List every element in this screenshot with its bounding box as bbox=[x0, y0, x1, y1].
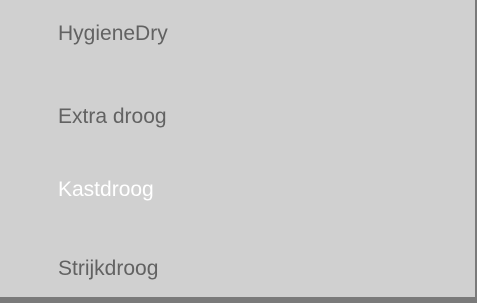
menu-item-label: Extra droog bbox=[58, 105, 167, 128]
menu-item-strijkdroog[interactable]: Strijkdroog bbox=[58, 257, 158, 281]
menu-item-hygienedry[interactable]: HygieneDry bbox=[58, 22, 168, 46]
menu-item-label: Strijkdroog bbox=[58, 257, 159, 280]
menu-item-label: HygieneDry bbox=[58, 22, 168, 45]
menu-item-label: Kastdroog bbox=[58, 178, 154, 201]
menu-item-extra-droog[interactable]: Extra droog bbox=[58, 105, 167, 129]
menu-item-kastdroog[interactable]: Kastdroog bbox=[58, 178, 154, 202]
dry-level-menu-panel: HygieneDry Extra droog Kastdroog Strijkd… bbox=[0, 0, 477, 303]
